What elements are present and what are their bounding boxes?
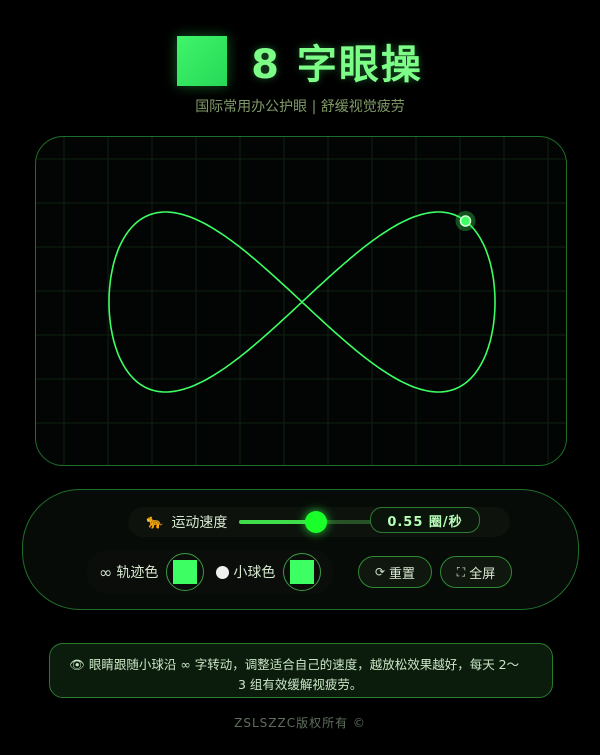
ball-color-label: 小球色 <box>233 565 276 581</box>
ball-color-swatch <box>290 560 315 584</box>
reset-button[interactable]: ⟳ 重置 <box>358 556 432 588</box>
fullscreen-icon: ⛶ <box>456 564 466 579</box>
figure-eight-canvas <box>35 136 567 466</box>
refresh-icon: ⟳ <box>374 565 386 579</box>
slider-thumb[interactable] <box>305 511 328 533</box>
trail-color-swatch <box>173 560 198 584</box>
speed-label: 运动速度 <box>171 515 228 531</box>
speed-slider[interactable] <box>239 511 380 533</box>
tip-text-line1: 👁 眼睛跟随小球沿 ∞ 字转动，调整适合自己的速度，越放松效果越好，每天 2～ <box>69 657 520 672</box>
ball-color-picker[interactable] <box>283 553 322 591</box>
page-subtitle: 国际常用办公护眼 | 舒缓视觉疲劳 <box>195 99 405 115</box>
moving-ball <box>459 215 472 227</box>
tip-text-line2: 3 组有效缓解视疲劳。 <box>238 677 363 692</box>
white-dot-icon <box>216 565 230 579</box>
canvas-svg <box>36 137 566 465</box>
page-title: 8 字眼操 <box>251 42 423 88</box>
tip-box: 👁 眼睛跟随小球沿 ∞ 字转动，调整适合自己的速度，越放松效果越好，每天 2～ … <box>49 643 553 698</box>
speed-control: 🐆 运动速度 0.55 圈/秒 <box>128 507 510 537</box>
figure-eight-trail <box>108 211 496 393</box>
trail-color-picker[interactable] <box>166 553 205 591</box>
fullscreen-label: 全屏 <box>469 566 496 582</box>
leopard-icon: 🐆 <box>146 514 164 530</box>
header: 8 字眼操 <box>0 32 600 90</box>
trail-color-label: 轨迹色 <box>116 565 159 581</box>
fullscreen-button[interactable]: ⛶ 全屏 <box>440 556 512 588</box>
reset-label: 重置 <box>389 566 416 582</box>
speed-value: 0.55 圈/秒 <box>370 507 480 533</box>
footer-copyright: ZSLSZZC版权所有 © <box>234 716 366 730</box>
logo-square <box>177 36 228 86</box>
color-controls: ∞ 轨迹色 小球色 <box>87 550 333 594</box>
controls-panel: 🐆 运动速度 0.55 圈/秒 ∞ 轨迹色 小球色 ⟳ 重置 ⛶ 全屏 <box>22 489 579 610</box>
infinity-icon: ∞ <box>99 562 113 582</box>
